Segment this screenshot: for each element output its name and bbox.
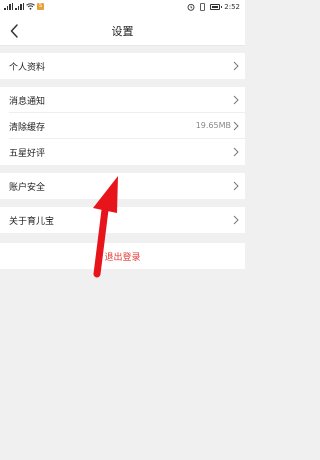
profile-label: 个人资料 [9, 63, 46, 73]
clear-cache-label: 清除缓存 [9, 123, 46, 133]
settings-item-about[interactable]: 关于育儿宝 [0, 207, 245, 233]
cache-size-value: 19.65MB [195, 121, 231, 130]
signal-icon-2 [15, 3, 24, 10]
rate-label: 五星好评 [9, 149, 46, 159]
settings-item-clear-cache[interactable]: 清除缓存 19.65MB [0, 113, 245, 139]
settings-item-rate[interactable]: 五星好评 [0, 139, 245, 165]
page-title: 设置 [111, 25, 134, 38]
chevron-right-icon [233, 215, 239, 225]
chevron-right-icon [233, 181, 239, 191]
logout-button[interactable]: 退出登录 [0, 243, 245, 269]
settings-item-profile[interactable]: 个人资料 [0, 53, 245, 79]
chevron-right-icon [233, 121, 239, 131]
account-security-label: 账户安全 [9, 183, 46, 193]
about-label: 关于育儿宝 [9, 217, 55, 227]
status-bar: S 2:52 [0, 0, 245, 16]
settings-item-notifications[interactable]: 消息通知 [0, 87, 245, 113]
alarm-icon [187, 3, 195, 11]
signal-icon [4, 3, 13, 10]
nav-bar: 设置 [0, 16, 245, 46]
notifications-label: 消息通知 [9, 97, 46, 107]
battery-icon [210, 4, 223, 10]
status-time: 2:52 [224, 3, 240, 11]
settings-item-account-security[interactable]: 账户安全 [0, 173, 245, 199]
status-left: S [4, 3, 44, 10]
logout-label: 退出登录 [104, 253, 141, 263]
vibrate-icon [200, 3, 206, 11]
app-notification-badge: S [37, 3, 44, 10]
chevron-right-icon [233, 147, 239, 157]
chevron-right-icon [233, 61, 239, 71]
wifi-icon [26, 3, 35, 10]
status-right: 2:52 [187, 3, 240, 11]
chevron-right-icon [233, 95, 239, 105]
